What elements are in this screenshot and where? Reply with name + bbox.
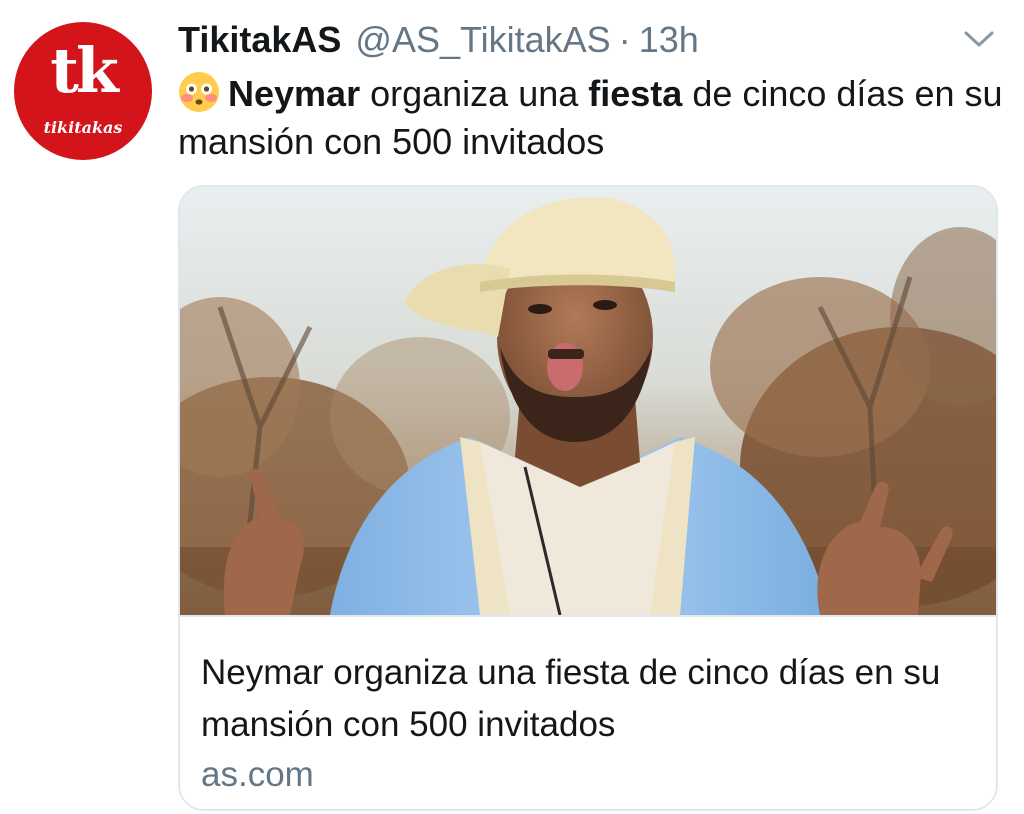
timestamp[interactable]: 13h <box>639 18 699 62</box>
avatar-logo-text: tk <box>50 34 119 107</box>
flushed-face-emoji-icon <box>179 72 219 112</box>
card-domain[interactable]: as.com <box>201 753 314 797</box>
header-separator: · <box>618 19 631 60</box>
tweet: tk tikitakas TikitakAS @AS_TikitakAS · 1… <box>0 0 1024 814</box>
link-preview-card[interactable]: Neymar organiza una fiesta de cinco días… <box>178 185 998 811</box>
card-divider <box>180 615 996 617</box>
display-name[interactable]: TikitakAS <box>178 18 341 62</box>
tweet-text-bold-3: fiesta <box>588 73 683 114</box>
card-image[interactable] <box>180 187 996 615</box>
chevron-down-icon[interactable] <box>962 26 996 52</box>
tweet-text: Neymar organiza una fiesta de cinco días… <box>178 70 1008 166</box>
tweet-text-bold-1: Neymar <box>228 73 361 114</box>
user-handle[interactable]: @AS_TikitakAS <box>355 18 610 62</box>
avatar[interactable]: tk tikitakas <box>14 22 152 160</box>
tweet-text-part-2: organiza una <box>360 73 589 114</box>
avatar-wordmark: tikitakas <box>43 118 123 137</box>
card-title[interactable]: Neymar organiza una fiesta de cinco días… <box>201 647 971 751</box>
tweet-header: TikitakAS @AS_TikitakAS · 13h <box>178 18 699 62</box>
